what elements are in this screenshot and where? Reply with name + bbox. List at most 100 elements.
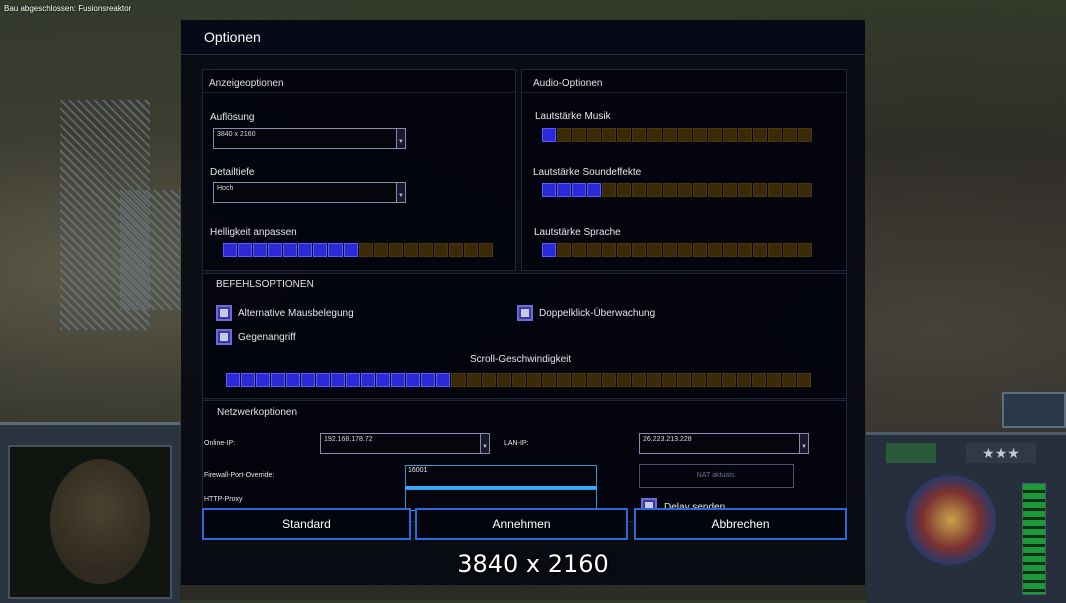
down-arrow-button[interactable] [886,443,936,463]
chevron-down-icon[interactable]: ▼ [480,434,489,453]
slider-segment[interactable] [617,128,632,142]
slider-segment[interactable] [421,373,436,387]
slider-segment[interactable] [677,243,692,257]
slider-segment[interactable] [436,373,451,387]
slider-segment[interactable] [707,373,722,387]
online-ip-select[interactable]: 192.168.178.72 ▼ [320,433,490,454]
slider-segment[interactable] [557,183,572,197]
unit-card[interactable] [1002,392,1066,428]
slider-segment[interactable] [587,243,602,257]
slider-segment[interactable] [542,183,557,197]
chevron-down-icon[interactable]: ▼ [396,183,405,202]
slider-segment[interactable] [541,373,556,387]
slider-segment[interactable] [707,183,722,197]
slider-segment[interactable] [271,373,286,387]
slider-segment[interactable] [676,373,691,387]
slider-segment[interactable] [316,373,331,387]
slider-segment[interactable] [632,243,647,257]
slider-segment[interactable] [752,243,767,257]
slider-segment[interactable] [661,373,676,387]
slider-segment[interactable] [226,373,241,387]
slider-segment[interactable] [691,373,706,387]
slider-segment[interactable] [418,243,433,257]
slider-segment[interactable] [798,128,813,142]
slider-segment[interactable] [571,373,586,387]
slider-segment[interactable] [238,243,253,257]
detail-select[interactable]: Hoch ▼ [213,182,406,203]
chevron-down-icon[interactable]: ▼ [396,129,405,148]
cancel-button[interactable]: Abbrechen [634,508,847,540]
slider-segment[interactable] [388,243,403,257]
lan-ip-select[interactable]: 26.223.213.228 ▼ [639,433,809,454]
slider-segment[interactable] [692,183,707,197]
slider-segment[interactable] [331,373,346,387]
slider-segment[interactable] [481,373,496,387]
slider-segment[interactable] [586,373,601,387]
slider-segment[interactable] [542,128,557,142]
slider-segment[interactable] [572,243,587,257]
slider-segment[interactable] [617,183,632,197]
slider-segment[interactable] [631,373,646,387]
music-volume-slider[interactable] [542,128,813,142]
slider-segment[interactable] [783,243,798,257]
slider-segment[interactable] [241,373,256,387]
slider-segment[interactable] [328,243,343,257]
slider-segment[interactable] [451,373,466,387]
slider-segment[interactable] [256,373,271,387]
slider-segment[interactable] [376,373,391,387]
slider-segment[interactable] [677,183,692,197]
slider-segment[interactable] [223,243,238,257]
slider-segment[interactable] [662,243,677,257]
slider-segment[interactable] [433,243,448,257]
accept-button[interactable]: Annehmen [415,508,628,540]
slider-segment[interactable] [646,373,661,387]
slider-segment[interactable] [722,373,737,387]
slider-segment[interactable] [602,183,617,197]
slider-segment[interactable] [298,243,313,257]
slider-segment[interactable] [798,243,813,257]
slider-segment[interactable] [572,183,587,197]
slider-segment[interactable] [752,128,767,142]
slider-segment[interactable] [602,243,617,257]
slider-segment[interactable] [464,243,479,257]
slider-segment[interactable] [448,243,463,257]
slider-segment[interactable] [783,183,798,197]
slider-segment[interactable] [496,373,511,387]
slider-segment[interactable] [313,243,328,257]
slider-segment[interactable] [346,373,361,387]
chevron-down-icon[interactable]: ▼ [799,434,808,453]
sfx-volume-slider[interactable] [542,183,813,197]
slider-segment[interactable] [587,128,602,142]
rank-stars-button[interactable]: ★★★ [966,443,1036,463]
slider-segment[interactable] [286,373,301,387]
slider-segment[interactable] [391,373,406,387]
slider-segment[interactable] [752,373,767,387]
slider-segment[interactable] [692,243,707,257]
slider-segment[interactable] [722,128,737,142]
slider-segment[interactable] [662,128,677,142]
slider-segment[interactable] [268,243,283,257]
slider-segment[interactable] [403,243,418,257]
slider-segment[interactable] [752,183,767,197]
slider-segment[interactable] [737,128,752,142]
slider-segment[interactable] [373,243,388,257]
resolution-select[interactable]: 3840 x 2160 ▼ [213,128,406,149]
slider-segment[interactable] [253,243,268,257]
slider-segment[interactable] [647,128,662,142]
slider-segment[interactable] [677,128,692,142]
slider-segment[interactable] [601,373,616,387]
nat-refresh-button[interactable]: NAT aktuals. [639,464,794,488]
slider-segment[interactable] [557,128,572,142]
slider-segment[interactable] [767,183,782,197]
slider-segment[interactable] [632,128,647,142]
slider-segment[interactable] [737,243,752,257]
slider-segment[interactable] [542,243,557,257]
slider-segment[interactable] [647,243,662,257]
slider-segment[interactable] [692,128,707,142]
slider-segment[interactable] [301,373,316,387]
slider-segment[interactable] [343,243,358,257]
slider-segment[interactable] [557,243,572,257]
slider-segment[interactable] [767,128,782,142]
scroll-speed-slider[interactable] [226,373,812,387]
slider-segment[interactable] [722,183,737,197]
